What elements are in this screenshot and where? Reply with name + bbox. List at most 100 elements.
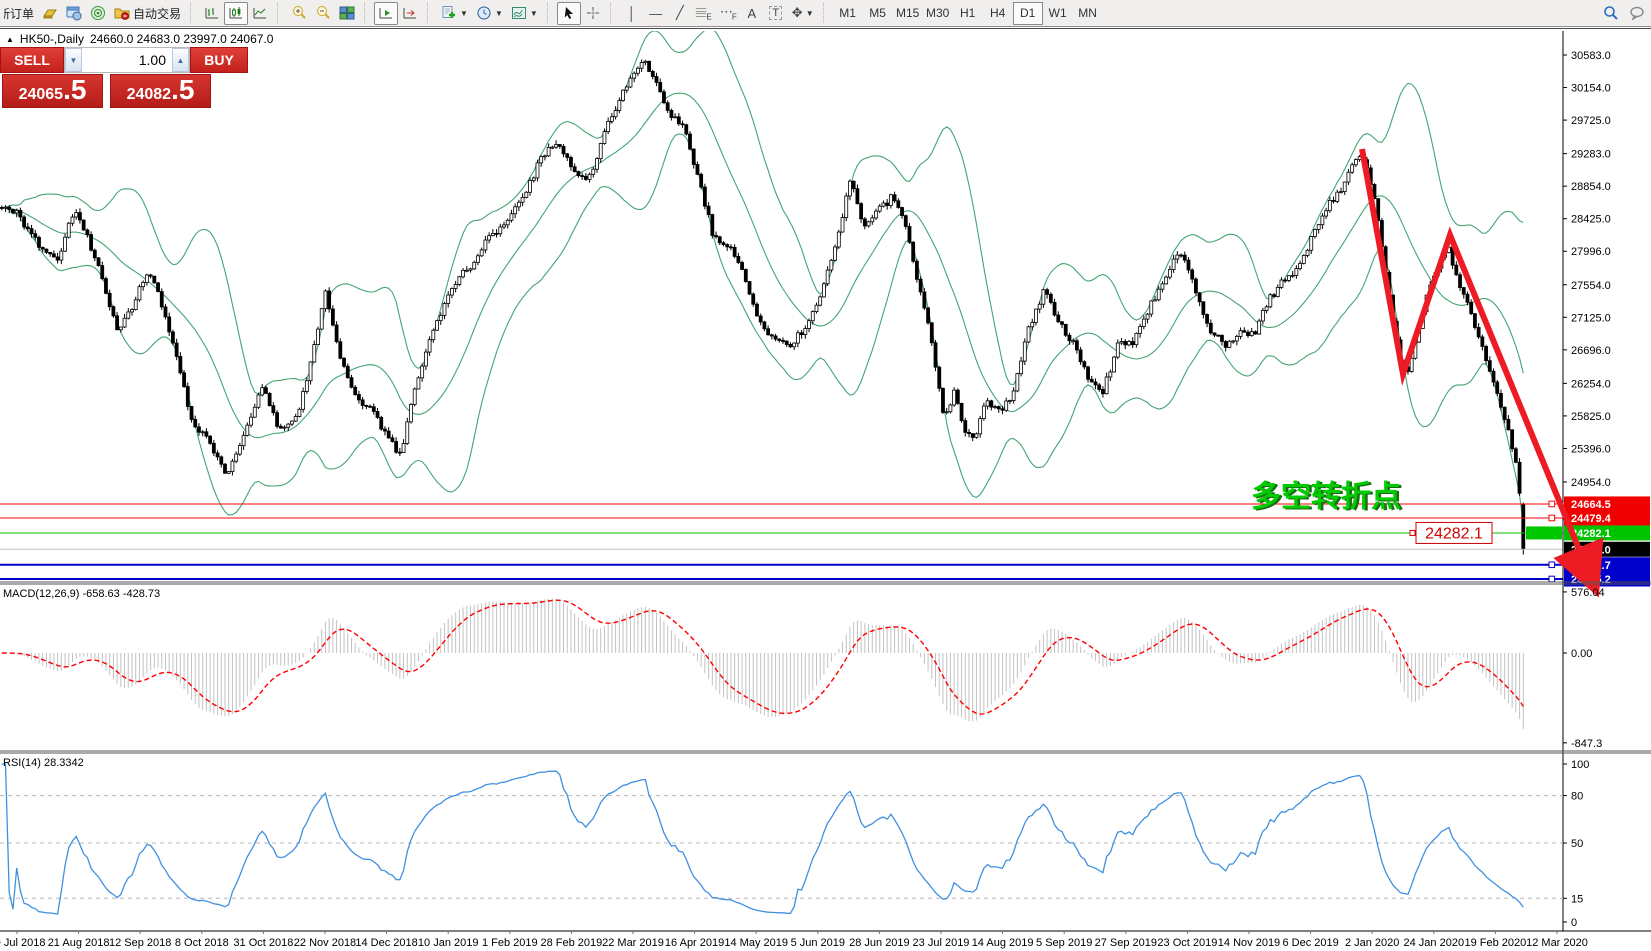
horizontal-line-tool[interactable]: —	[644, 2, 668, 25]
price-tag-text: 24282.1	[1425, 525, 1483, 542]
time-axis-label[interactable]: 24 Jan 2020	[1404, 937, 1465, 949]
time-axis-label[interactable]: 12 Sep 2018	[109, 937, 171, 949]
cursor-tool-button[interactable]	[557, 2, 581, 25]
auto-scroll-button[interactable]	[374, 2, 398, 25]
time-axis-label[interactable]: 6 Dec 2019	[1282, 937, 1338, 949]
price-axis-label: 27996.0	[1571, 246, 1611, 258]
price-axis-label: 29725.0	[1571, 115, 1611, 127]
timeframe-MN[interactable]: MN	[1073, 2, 1103, 25]
time-axis-label[interactable]: 22 Nov 2018	[294, 937, 356, 949]
time-axis-label[interactable]: 14 Aug 2019	[972, 937, 1034, 949]
time-axis-label[interactable]: 30 Jul 2018	[0, 937, 45, 949]
zoom-out-button[interactable]	[311, 2, 335, 25]
signal-button[interactable]	[86, 2, 110, 25]
time-axis-label[interactable]: 5 Sep 2019	[1036, 937, 1092, 949]
toolbar-separator	[190, 3, 195, 23]
market-watch-button[interactable]	[62, 2, 86, 25]
search-icon[interactable]	[1603, 5, 1619, 21]
market-watch-icon	[66, 5, 82, 21]
volume-decrease-button[interactable]: ▼	[65, 48, 82, 72]
tile-windows-button[interactable]	[335, 2, 359, 25]
sell-button[interactable]: SELL	[0, 47, 64, 73]
timeframe-M30[interactable]: M30	[923, 2, 953, 25]
time-axis-label[interactable]: 14 Nov 2019	[1218, 937, 1280, 949]
trendline-tool[interactable]: ╱	[668, 2, 692, 25]
price-axis-label: 28425.0	[1571, 214, 1611, 226]
rsi-axis-label: 15	[1571, 893, 1583, 905]
period-button[interactable]: ▼	[472, 2, 507, 25]
price-tag-handle[interactable]	[1410, 530, 1415, 535]
time-axis-label[interactable]: 23 Jul 2019	[913, 937, 970, 949]
timeframe-W1[interactable]: W1	[1043, 2, 1073, 25]
time-axis-label[interactable]: 27 Sep 2019	[1095, 937, 1157, 949]
time-axis-label[interactable]: 28 Jun 2019	[849, 937, 910, 949]
add-indicator-button[interactable]: ▼	[437, 2, 472, 25]
timeframe-D1[interactable]: D1	[1013, 2, 1043, 25]
bar-chart-button[interactable]	[200, 2, 224, 25]
time-axis-label[interactable]: 21 Aug 2018	[48, 937, 110, 949]
timeframe-H1[interactable]: H1	[953, 2, 983, 25]
time-axis-label[interactable]: 8 Oct 2018	[175, 937, 229, 949]
price-axis-label: 30583.0	[1571, 50, 1611, 62]
time-axis-label[interactable]: 16 Apr 2019	[665, 937, 724, 949]
arrows-tool[interactable]: ✥▼	[788, 2, 818, 25]
time-axis-label[interactable]: 12 Mar 2020	[1526, 937, 1588, 949]
time-axis-label[interactable]: 19 Feb 2020	[1465, 937, 1527, 949]
toolbar-separator	[547, 3, 552, 23]
autotrade-label: 自动交易	[133, 5, 181, 22]
volume-spinner: ▼ 1.00 ▲	[64, 47, 190, 73]
timeframe-M15[interactable]: M15	[893, 2, 923, 25]
time-axis-label[interactable]: 14 Dec 2018	[355, 937, 417, 949]
new-order-button[interactable]: 新订单	[3, 2, 38, 25]
timeframe-H4[interactable]: H4	[983, 2, 1013, 25]
turning-point-annotation[interactable]: 多空转折点	[1251, 480, 1401, 513]
time-axis-label[interactable]: 5 Jun 2019	[791, 937, 845, 949]
zoom-in-button[interactable]	[287, 2, 311, 25]
buy-price-main: 24082	[127, 86, 172, 108]
crosshair-tool-button[interactable]	[581, 2, 605, 25]
hline-handle[interactable]	[1549, 576, 1555, 582]
chart-canvas[interactable]: 30583.030154.029725.029283.028854.028425…	[0, 29, 1651, 951]
trend-arrow[interactable]	[1362, 149, 1592, 581]
buy-button[interactable]: BUY	[190, 47, 248, 73]
time-axis-label[interactable]: 22 Mar 2019	[602, 937, 664, 949]
candlestick-chart-button[interactable]	[224, 2, 248, 25]
macd-axis-label: -847.3	[1571, 738, 1602, 750]
time-axis-label[interactable]: 2 Jan 2020	[1345, 937, 1399, 949]
mt4-window: 新订单 自动交易	[0, 0, 1651, 951]
buy-price[interactable]: 24082 .5	[110, 74, 211, 108]
timeframe-M5[interactable]: M5	[863, 2, 893, 25]
grid-tool[interactable]: ⋯F	[716, 2, 740, 25]
autotrade-folder-icon	[114, 5, 130, 21]
hline-handle[interactable]	[1549, 501, 1555, 507]
hline-handle[interactable]	[1549, 515, 1555, 521]
volume-increase-button[interactable]: ▲	[172, 48, 189, 72]
fibonacci-tool[interactable]: 𝄙E	[692, 2, 716, 25]
time-axis-label[interactable]: 10 Jan 2019	[418, 937, 479, 949]
time-axis-label[interactable]: 23 Oct 2019	[1157, 937, 1217, 949]
template-button[interactable]: ▼	[507, 2, 542, 25]
timeframe-M1[interactable]: M1	[833, 2, 863, 25]
line-chart-button[interactable]	[248, 2, 272, 25]
time-axis-label[interactable]: 14 May 2019	[724, 937, 788, 949]
time-axis-label[interactable]: 1 Feb 2019	[482, 937, 538, 949]
horizontal-line-icon: —	[649, 6, 662, 21]
symbol-period: HK50-,Daily	[20, 32, 84, 46]
chat-icon[interactable]	[1629, 5, 1645, 21]
time-axis-label[interactable]: 31 Oct 2018	[233, 937, 293, 949]
price-axis-label: 28854.0	[1571, 181, 1611, 193]
auto-scroll-icon	[378, 5, 394, 21]
vertical-line-tool[interactable]: │	[620, 2, 644, 25]
volume-value[interactable]: 1.00	[82, 48, 172, 72]
rsi-axis-label: 50	[1571, 838, 1583, 850]
text-tool[interactable]: A	[740, 2, 764, 25]
gold-icon-button[interactable]	[38, 2, 62, 25]
rsi-axis-label: 80	[1571, 791, 1583, 803]
time-axis-label[interactable]: 28 Feb 2019	[541, 937, 603, 949]
sell-price[interactable]: 24065 .5	[2, 74, 103, 108]
buy-price-frac: .5	[171, 75, 194, 105]
autotrade-button[interactable]: 自动交易	[110, 2, 185, 25]
hline-handle[interactable]	[1549, 562, 1555, 568]
chart-shift-button[interactable]	[398, 2, 422, 25]
label-tool[interactable]: T	[764, 2, 788, 25]
